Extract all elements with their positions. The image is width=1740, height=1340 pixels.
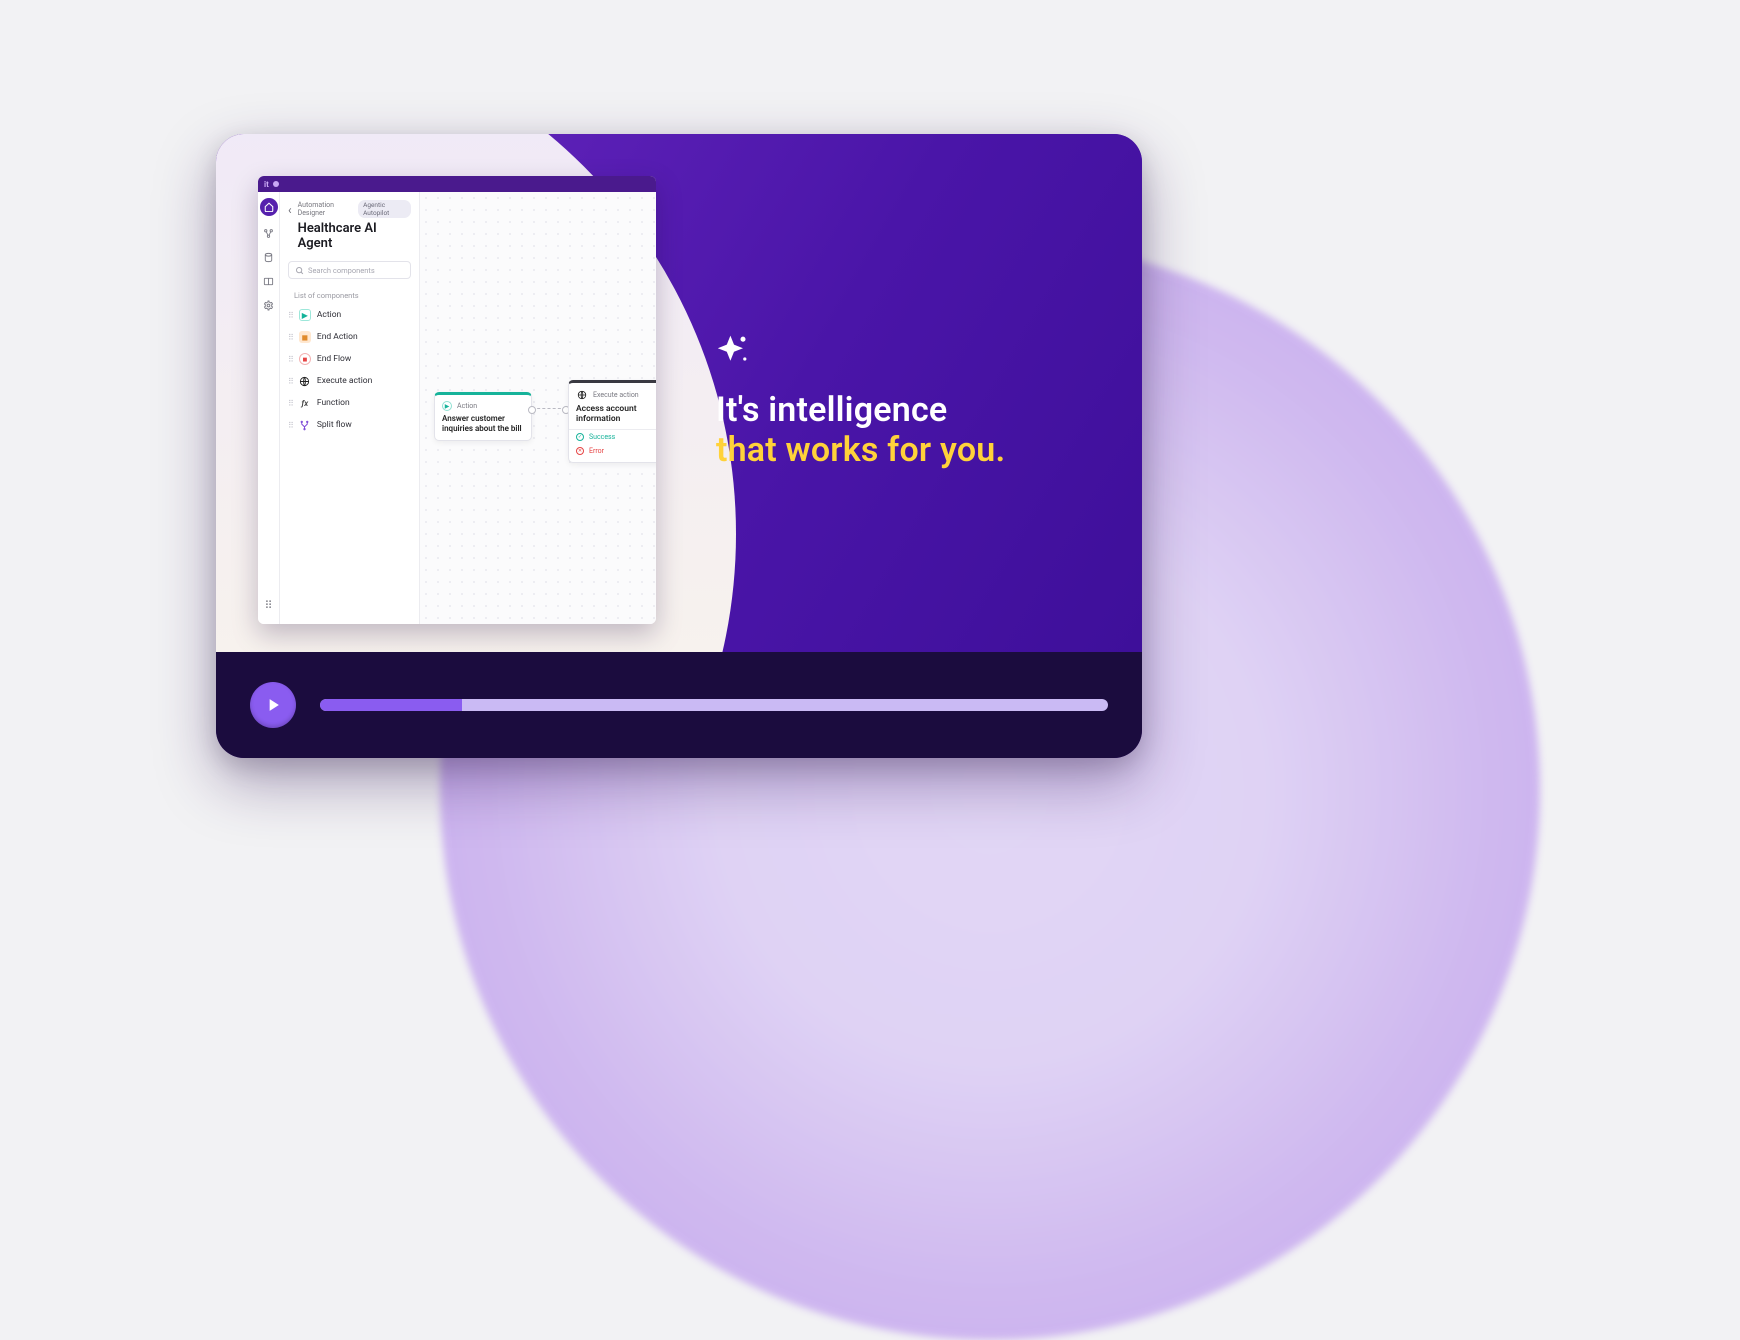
- drag-handle-icon[interactable]: ⠿: [288, 311, 293, 320]
- flow-node-execute[interactable]: Execute action Access account informatio…: [568, 380, 656, 463]
- sparkle-icon: [716, 332, 752, 368]
- progress-track[interactable]: [320, 699, 1108, 711]
- flow-connector[interactable]: [532, 408, 566, 409]
- drag-handle-icon[interactable]: ⠿: [288, 355, 293, 364]
- component-split-flow[interactable]: ⠿ Split flow: [280, 414, 419, 436]
- component-label: Execute action: [317, 376, 372, 386]
- breadcrumb-pill[interactable]: Agentic Autopilot: [358, 200, 411, 218]
- video-player: it: [216, 134, 1142, 758]
- nav-settings-icon[interactable]: [262, 298, 276, 312]
- breadcrumb: Automation Designer Agentic Autopilot: [298, 200, 411, 218]
- nav-apps-icon[interactable]: ⠿: [264, 599, 272, 612]
- app-logo-mark: it: [264, 180, 269, 189]
- function-icon: ƒx: [299, 397, 311, 409]
- status-label: Error: [589, 447, 604, 455]
- nav-rail: ⠿: [258, 192, 280, 624]
- component-execute-action[interactable]: ⠿ Execute action: [280, 370, 419, 392]
- component-end-flow[interactable]: ⠿ ■ End Flow: [280, 348, 419, 370]
- search-icon: [295, 266, 304, 275]
- video-stage: it: [216, 134, 1142, 652]
- play-icon: ▶: [442, 401, 452, 411]
- split-icon: [299, 419, 311, 431]
- component-label: End Flow: [317, 354, 351, 364]
- search-input[interactable]: Search components: [288, 261, 411, 279]
- drag-handle-icon[interactable]: ⠿: [288, 421, 293, 430]
- flow-node-action[interactable]: ▶ Action Answer customer inquiries about…: [434, 392, 532, 441]
- flow-node-tag: Action: [457, 402, 477, 410]
- status-label: Success: [589, 433, 615, 441]
- drag-handle-icon[interactable]: ⠿: [288, 333, 293, 342]
- status-error[interactable]: ✕ Error: [569, 444, 656, 458]
- nav-home-icon[interactable]: [260, 198, 278, 216]
- globe-icon: [576, 389, 588, 401]
- flow-canvas[interactable]: ▶ Action Answer customer inquiries about…: [420, 192, 656, 624]
- app-window: it: [258, 176, 656, 624]
- drag-handle-icon[interactable]: ⠿: [288, 399, 293, 408]
- end-action-icon: ◼: [299, 331, 311, 343]
- hero-headline: It's intelligence that works for you.: [716, 332, 1005, 470]
- component-end-action[interactable]: ⠿ ◼ End Action: [280, 326, 419, 348]
- nav-flows-icon[interactable]: [262, 226, 276, 240]
- progress-fill: [320, 699, 462, 711]
- flow-node-tag: Execute action: [593, 391, 639, 399]
- back-chevron-icon[interactable]: ‹: [288, 204, 292, 216]
- globe-icon: [299, 375, 311, 387]
- flow-node-text: Answer customer inquiries about the bill: [442, 414, 524, 434]
- status-success[interactable]: ✓ Success: [569, 430, 656, 444]
- component-label: Function: [317, 398, 350, 408]
- x-icon: ✕: [576, 447, 584, 455]
- component-action[interactable]: ⠿ ▶ Action: [280, 304, 419, 326]
- left-panel: ‹ Automation Designer Agentic Autopilot …: [280, 192, 420, 624]
- breadcrumb-root[interactable]: Automation Designer: [298, 201, 354, 217]
- flow-node-text: Access account information: [576, 404, 656, 424]
- nav-library-icon[interactable]: [262, 274, 276, 288]
- search-placeholder: Search components: [308, 266, 375, 275]
- end-flow-icon: ■: [299, 353, 311, 365]
- nav-data-icon[interactable]: [262, 250, 276, 264]
- list-heading: List of components: [280, 285, 419, 304]
- component-list: ⠿ ▶ Action ⠿ ◼ End Action ⠿ ■ End Fl: [280, 304, 419, 436]
- drag-handle-icon[interactable]: ⠿: [288, 377, 293, 386]
- play-icon: ▶: [299, 309, 311, 321]
- component-label: Action: [317, 310, 341, 320]
- headline-line1: It's intelligence: [716, 390, 1005, 430]
- component-label: End Action: [317, 332, 358, 342]
- play-icon: [263, 695, 283, 715]
- play-button[interactable]: [250, 682, 296, 728]
- component-function[interactable]: ⠿ ƒx Function: [280, 392, 419, 414]
- app-titlebar: it: [258, 176, 656, 192]
- component-label: Split flow: [317, 420, 352, 430]
- headline-line2: that works for you.: [716, 430, 1005, 470]
- check-icon: ✓: [576, 433, 584, 441]
- player-controls: [216, 652, 1142, 758]
- titlebar-dot-icon: [273, 181, 279, 187]
- page-title: Healthcare AI Agent: [298, 221, 411, 251]
